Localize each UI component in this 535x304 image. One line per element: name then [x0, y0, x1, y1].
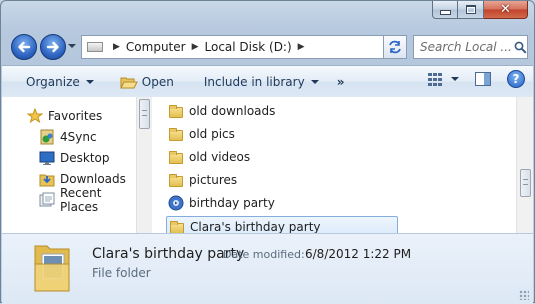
back-button[interactable] — [11, 34, 37, 60]
more-commands-button[interactable]: » — [331, 70, 350, 94]
forward-button[interactable] — [40, 34, 66, 60]
open-button[interactable]: Open — [114, 70, 180, 94]
breadcrumb-local-disk[interactable]: Local Disk (D:) — [205, 40, 292, 54]
file-name: old downloads — [189, 104, 276, 118]
file-name: pictures — [189, 173, 238, 187]
sync-icon — [39, 129, 55, 145]
address-bar[interactable]: ▶ Computer ▶ Local Disk (D:) ▶ — [81, 35, 406, 59]
help-button[interactable]: ? — [507, 70, 525, 88]
details-pane: Clara's birthday party Date modified: 6/… — [2, 233, 533, 304]
content-area: Favorites 4Sync Desktop Downloads Recent… — [2, 97, 533, 238]
date-modified-label: Date modified: — [223, 248, 305, 261]
view-options-dropdown[interactable] — [451, 77, 459, 81]
close-button[interactable]: ✕ — [484, 1, 528, 19]
folder-icon — [168, 103, 184, 119]
include-in-library-label: Include in library — [203, 74, 305, 89]
nav-item-recent-places[interactable]: Recent Places — [39, 186, 136, 214]
navigation-bar: ▶ Computer ▶ Local Disk (D:) ▶ — [9, 31, 528, 63]
chevron-down-icon — [310, 79, 319, 84]
date-modified-value: 6/8/2012 1:22 PM — [305, 247, 412, 261]
navigation-pane: Favorites 4Sync Desktop Downloads Recent… — [2, 97, 136, 233]
include-in-library-button[interactable]: Include in library — [198, 70, 325, 94]
close-icon: ✕ — [500, 2, 511, 17]
drive-icon — [87, 42, 103, 52]
media-file-icon — [168, 195, 184, 211]
search-box[interactable] — [413, 35, 528, 59]
recent-places-icon — [39, 192, 55, 208]
file-list-scrollbar[interactable] — [516, 97, 533, 233]
navigation-pane-scroll-thumb[interactable] — [139, 99, 150, 129]
preview-pane-button[interactable] — [473, 69, 493, 89]
nav-item-label: Downloads — [60, 172, 126, 186]
file-name: old pics — [189, 127, 235, 141]
chevron-right-icon[interactable]: ▶ — [113, 42, 120, 52]
list-item[interactable]: old pics — [168, 124, 241, 144]
downloads-icon — [39, 171, 55, 187]
file-name: Clara's birthday party — [190, 220, 321, 234]
back-arrow-icon — [18, 41, 31, 53]
grip-icon — [142, 110, 147, 116]
help-icon: ? — [512, 72, 520, 86]
minimize-button[interactable] — [432, 1, 458, 19]
folder-icon — [168, 149, 184, 165]
nav-item-label: Recent Places — [60, 186, 102, 214]
forward-arrow-icon — [46, 41, 59, 53]
recent-pages-dropdown[interactable] — [68, 44, 76, 48]
nav-item-4sync[interactable]: 4Sync — [39, 127, 97, 147]
folder-icon — [168, 172, 184, 188]
file-name: birthday party — [189, 196, 275, 210]
desktop-icon — [39, 150, 55, 166]
more-commands-icon: » — [336, 74, 345, 89]
folder-thumbnail-icon — [34, 245, 70, 292]
grip-icon — [522, 179, 528, 185]
toolbar-right-group: ? — [423, 69, 533, 89]
nav-item-desktop[interactable]: Desktop — [39, 148, 110, 168]
list-item[interactable]: pictures — [168, 170, 243, 190]
nav-item-label: 4Sync — [60, 130, 97, 144]
explorer-window: ✕ ▶ Computer ▶ Local Disk (D:) ▶ Search … — [0, 0, 535, 304]
list-item[interactable]: birthday party — [168, 193, 281, 213]
organize-label: Organize — [26, 74, 80, 89]
refresh-icon — [389, 40, 401, 54]
favorites-label: Favorites — [48, 109, 103, 123]
open-folder-icon — [119, 77, 138, 88]
chevron-right-icon[interactable]: ▶ — [298, 42, 305, 52]
resize-grip-icon[interactable] — [519, 290, 529, 300]
selected-item-name: Clara's birthday party — [92, 246, 245, 262]
list-item[interactable]: old downloads — [168, 101, 281, 121]
chevron-right-icon[interactable]: ▶ — [192, 42, 199, 52]
file-list-scroll-thumb[interactable] — [519, 169, 531, 197]
file-list: old downloads old pics old videos pictur… — [152, 97, 516, 238]
breadcrumb-computer[interactable]: Computer — [126, 40, 186, 54]
caption-buttons: ✕ — [432, 1, 528, 20]
view-grid-icon — [428, 73, 442, 86]
nav-item-label: Desktop — [60, 151, 110, 165]
change-view-button[interactable] — [423, 69, 447, 89]
minimize-icon — [439, 10, 451, 15]
star-icon — [27, 108, 43, 124]
search-input[interactable] — [418, 39, 514, 55]
preview-pane-icon — [475, 72, 491, 86]
chevron-down-icon — [85, 79, 94, 84]
item-type: File folder — [92, 266, 151, 280]
refresh-button[interactable] — [383, 35, 407, 59]
organize-button[interactable]: Organize — [20, 70, 100, 94]
maximize-button[interactable] — [458, 1, 484, 19]
navigation-pane-scrollbar[interactable] — [136, 97, 152, 233]
folder-icon — [168, 126, 184, 142]
search-icon[interactable] — [514, 37, 527, 57]
list-item[interactable]: old videos — [168, 147, 256, 167]
favorites-header[interactable]: Favorites — [27, 106, 102, 126]
maximize-icon — [465, 5, 476, 14]
open-label: Open — [141, 74, 174, 89]
file-name: old videos — [189, 150, 251, 164]
command-bar: Organize Open Include in library » ? — [2, 65, 533, 98]
